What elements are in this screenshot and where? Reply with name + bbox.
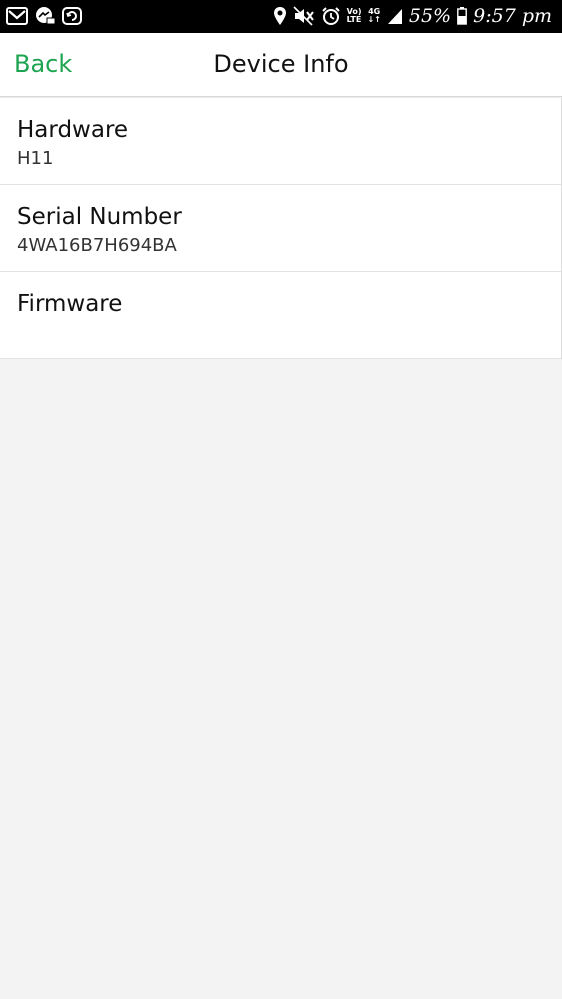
mute-icon [292,6,315,26]
serial-number-label: Serial Number [17,204,182,230]
battery-icon [457,7,468,25]
nav-bar: Back Device Info [0,33,562,97]
network-4g-icon: 4G ↓↑ [367,8,380,24]
firmware-label: Firmware [17,291,123,317]
device-info-list: Hardware H11 Serial Number 4WA16B7H694BA… [0,98,562,359]
status-bar-left [6,5,82,27]
hardware-row: Hardware H11 [0,98,561,185]
messenger-icon [34,6,56,26]
page-title: Device Info [213,50,349,78]
signal-icon [387,7,403,25]
gmail-icon [6,7,28,25]
network-activity-label: ↓↑ [367,15,381,24]
battery-percent: 55% [408,5,452,27]
volte-bottom-label: LTE [346,15,362,24]
serial-number-value: 4WA16B7H694BA [17,235,177,256]
alarm-icon [321,6,341,26]
back-button[interactable]: Back [14,33,72,96]
firmware-row: Firmware [0,272,561,359]
volte-icon: Vo) LTE [347,8,362,24]
sync-icon [62,7,82,25]
status-bar: Vo) LTE 4G ↓↑ 55% 9:57 pm [0,0,562,33]
hardware-value: H11 [17,148,54,169]
hardware-label: Hardware [17,117,129,143]
location-icon [273,6,287,26]
status-bar-right: Vo) LTE 4G ↓↑ 55% 9:57 pm [273,4,552,28]
clock: 9:57 pm [473,5,552,27]
serial-number-row: Serial Number 4WA16B7H694BA [0,185,561,272]
